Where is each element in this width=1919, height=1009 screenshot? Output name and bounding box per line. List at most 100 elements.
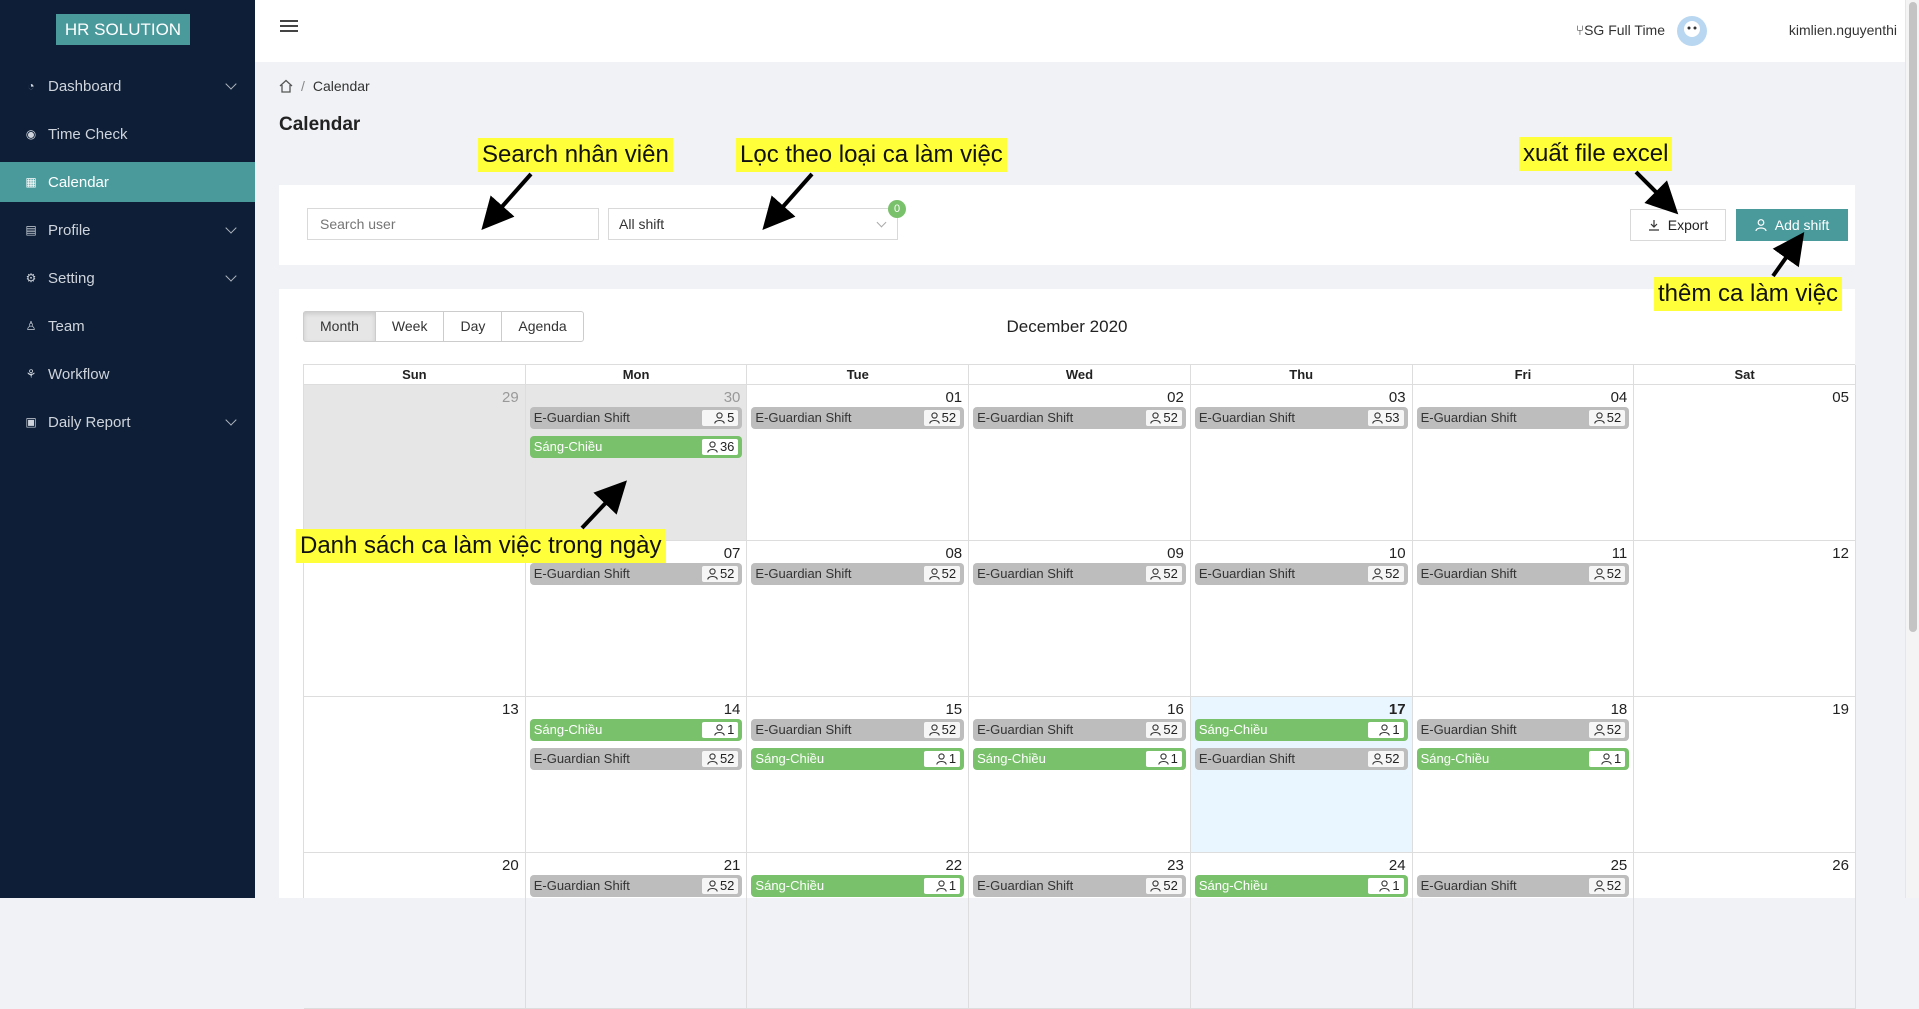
date-number[interactable]: 11 <box>1612 545 1628 562</box>
shift-event[interactable]: Sáng-Chiều 1 <box>973 748 1186 770</box>
day-cell[interactable]: 08 E-Guardian Shift 52 <box>747 541 970 697</box>
shift-event[interactable]: E-Guardian Shift 52 <box>751 719 965 741</box>
date-number[interactable]: 21 <box>724 857 741 874</box>
view-week-button[interactable]: Week <box>374 311 445 342</box>
shift-event[interactable]: E-Guardian Shift 52 <box>973 719 1186 741</box>
date-number[interactable]: 23 <box>1167 857 1184 874</box>
date-number[interactable]: 07 <box>724 545 741 562</box>
shift-event[interactable]: Sáng-Chiều 1 <box>529 719 743 741</box>
shift-event[interactable]: E-Guardian Shift 52 <box>751 563 965 585</box>
day-cell[interactable]: 30 E-Guardian Shift 5 Sáng-Chiều 36 <box>525 385 748 541</box>
shift-event[interactable]: E-Guardian Shift 52 <box>529 875 743 897</box>
date-number[interactable]: 01 <box>945 389 962 406</box>
day-cell[interactable]: 14 Sáng-Chiều 1 E-Guardian Shift 52 <box>525 697 748 853</box>
shift-event[interactable]: Sáng-Chiều 36 <box>529 436 743 458</box>
sidebar-item-dashboard[interactable]: ◔ Dashboard <box>0 66 255 106</box>
day-cell[interactable]: 25 E-Guardian Shift 52 <box>1412 853 1635 1009</box>
day-cell[interactable]: 29 <box>304 385 526 541</box>
date-number[interactable]: 30 <box>724 389 741 406</box>
export-button[interactable]: Export <box>1630 209 1726 241</box>
branch-selector[interactable]: ⑂SG Full Time <box>1576 22 1665 38</box>
username[interactable]: kimlien.nguyenthi <box>1789 22 1897 38</box>
date-number[interactable]: 22 <box>945 857 962 874</box>
day-cell[interactable]: 13 <box>304 697 526 853</box>
date-number[interactable]: 16 <box>1167 701 1184 718</box>
shift-event[interactable]: E-Guardian Shift 52 <box>1416 407 1630 429</box>
day-cell[interactable]: 17 Sáng-Chiều 1 E-Guardian Shift 52 <box>1190 697 1413 853</box>
shift-event[interactable]: E-Guardian Shift 52 <box>973 875 1186 897</box>
day-cell[interactable]: 09 E-Guardian Shift 52 <box>969 541 1191 697</box>
sidebar-item-calendar[interactable]: ▦ Calendar <box>0 162 255 202</box>
date-number[interactable]: 29 <box>502 389 519 406</box>
sidebar-item-team[interactable]: ♙ Team <box>0 306 255 346</box>
date-number[interactable]: 09 <box>1167 545 1184 562</box>
shift-event[interactable]: E-Guardian Shift 52 <box>1194 748 1408 770</box>
day-cell[interactable]: 04 E-Guardian Shift 52 <box>1412 385 1635 541</box>
sidebar-item-workflow[interactable]: ⚘ Workflow <box>0 354 255 394</box>
day-cell[interactable]: 03 E-Guardian Shift 53 <box>1190 385 1413 541</box>
shift-event[interactable]: E-Guardian Shift 52 <box>973 407 1186 429</box>
avatar[interactable] <box>1677 16 1707 46</box>
date-number[interactable]: 25 <box>1611 857 1628 874</box>
date-number[interactable]: 03 <box>1389 389 1406 406</box>
shift-event[interactable]: Sáng-Chiều 1 <box>751 748 965 770</box>
date-number[interactable]: 10 <box>1389 545 1406 562</box>
date-number[interactable]: 18 <box>1611 701 1628 718</box>
day-cell[interactable]: 01 E-Guardian Shift 52 <box>747 385 970 541</box>
date-number[interactable]: 17 <box>1389 701 1406 718</box>
shift-event[interactable]: E-Guardian Shift 52 <box>1194 563 1408 585</box>
day-cell[interactable]: 16 E-Guardian Shift 52 Sáng-Chiều 1 <box>969 697 1191 853</box>
shift-event[interactable]: E-Guardian Shift 52 <box>973 563 1186 585</box>
day-cell[interactable]: 11 E-Guardian Shift 52 <box>1412 541 1635 697</box>
sidebar-item-daily-report[interactable]: ▣ Daily Report <box>0 402 255 442</box>
date-number[interactable]: 08 <box>945 545 962 562</box>
day-cell[interactable]: 20 <box>304 853 526 1009</box>
shift-event[interactable]: E-Guardian Shift 52 <box>1416 719 1630 741</box>
day-cell[interactable]: 06 <box>304 541 526 697</box>
day-cell[interactable]: 21 E-Guardian Shift 52 <box>525 853 748 1009</box>
date-number[interactable]: 26 <box>1832 857 1849 874</box>
search-input[interactable] <box>307 208 599 240</box>
date-number[interactable]: 24 <box>1389 857 1406 874</box>
view-day-button[interactable]: Day <box>443 311 503 342</box>
shift-event[interactable]: E-Guardian Shift 52 <box>1416 563 1630 585</box>
sidebar-item-time-check[interactable]: ◉ Time Check <box>0 114 255 154</box>
add-shift-button[interactable]: Add shift <box>1736 209 1848 241</box>
sidebar-item-profile[interactable]: ▤ Profile <box>0 210 255 250</box>
date-number[interactable]: 19 <box>1832 701 1849 718</box>
day-cell[interactable]: 10 E-Guardian Shift 52 <box>1190 541 1413 697</box>
shift-filter-select[interactable]: All shift <box>608 208 898 240</box>
shift-event[interactable]: Sáng-Chiều 1 <box>1194 719 1408 741</box>
home-icon[interactable] <box>279 79 293 93</box>
date-number[interactable]: 12 <box>1832 545 1849 562</box>
shift-event[interactable]: Sáng-Chiều 1 <box>1416 748 1630 770</box>
day-cell[interactable]: 23 E-Guardian Shift 52 <box>969 853 1191 1009</box>
view-agenda-button[interactable]: Agenda <box>501 311 584 342</box>
page-scrollbar[interactable] <box>1905 0 1919 898</box>
day-cell[interactable]: 05 <box>1634 385 1856 541</box>
shift-event[interactable]: E-Guardian Shift 52 <box>1416 875 1630 897</box>
day-cell[interactable]: 26 <box>1634 853 1856 1009</box>
shift-event[interactable]: E-Guardian Shift 5 <box>529 407 743 429</box>
shift-event[interactable]: E-Guardian Shift 52 <box>529 748 743 770</box>
date-number[interactable]: 15 <box>945 701 962 718</box>
shift-event[interactable]: E-Guardian Shift 52 <box>529 563 743 585</box>
scrollbar-thumb[interactable] <box>1909 2 1917 632</box>
day-cell[interactable]: 19 <box>1634 697 1856 853</box>
date-number[interactable]: 05 <box>1832 389 1849 406</box>
shift-event[interactable]: Sáng-Chiều 1 <box>1194 875 1408 897</box>
day-cell[interactable]: 22 Sáng-Chiều 1 <box>747 853 970 1009</box>
date-number[interactable]: 14 <box>724 701 741 718</box>
day-cell[interactable]: 24 Sáng-Chiều 1 <box>1190 853 1413 1009</box>
day-cell[interactable]: 12 <box>1634 541 1856 697</box>
date-number[interactable]: 04 <box>1611 389 1628 406</box>
view-month-button[interactable]: Month <box>303 311 376 342</box>
day-cell[interactable]: 18 E-Guardian Shift 52 Sáng-Chiều 1 <box>1412 697 1635 853</box>
shift-event[interactable]: E-Guardian Shift 53 <box>1194 407 1408 429</box>
menu-toggle-icon[interactable] <box>280 20 298 36</box>
day-cell[interactable]: 15 E-Guardian Shift 52 Sáng-Chiều 1 <box>747 697 970 853</box>
date-number[interactable]: 02 <box>1167 389 1184 406</box>
day-cell[interactable]: 07 E-Guardian Shift 52 <box>525 541 748 697</box>
date-number[interactable]: 13 <box>502 701 519 718</box>
shift-event[interactable]: Sáng-Chiều 1 <box>751 875 965 897</box>
